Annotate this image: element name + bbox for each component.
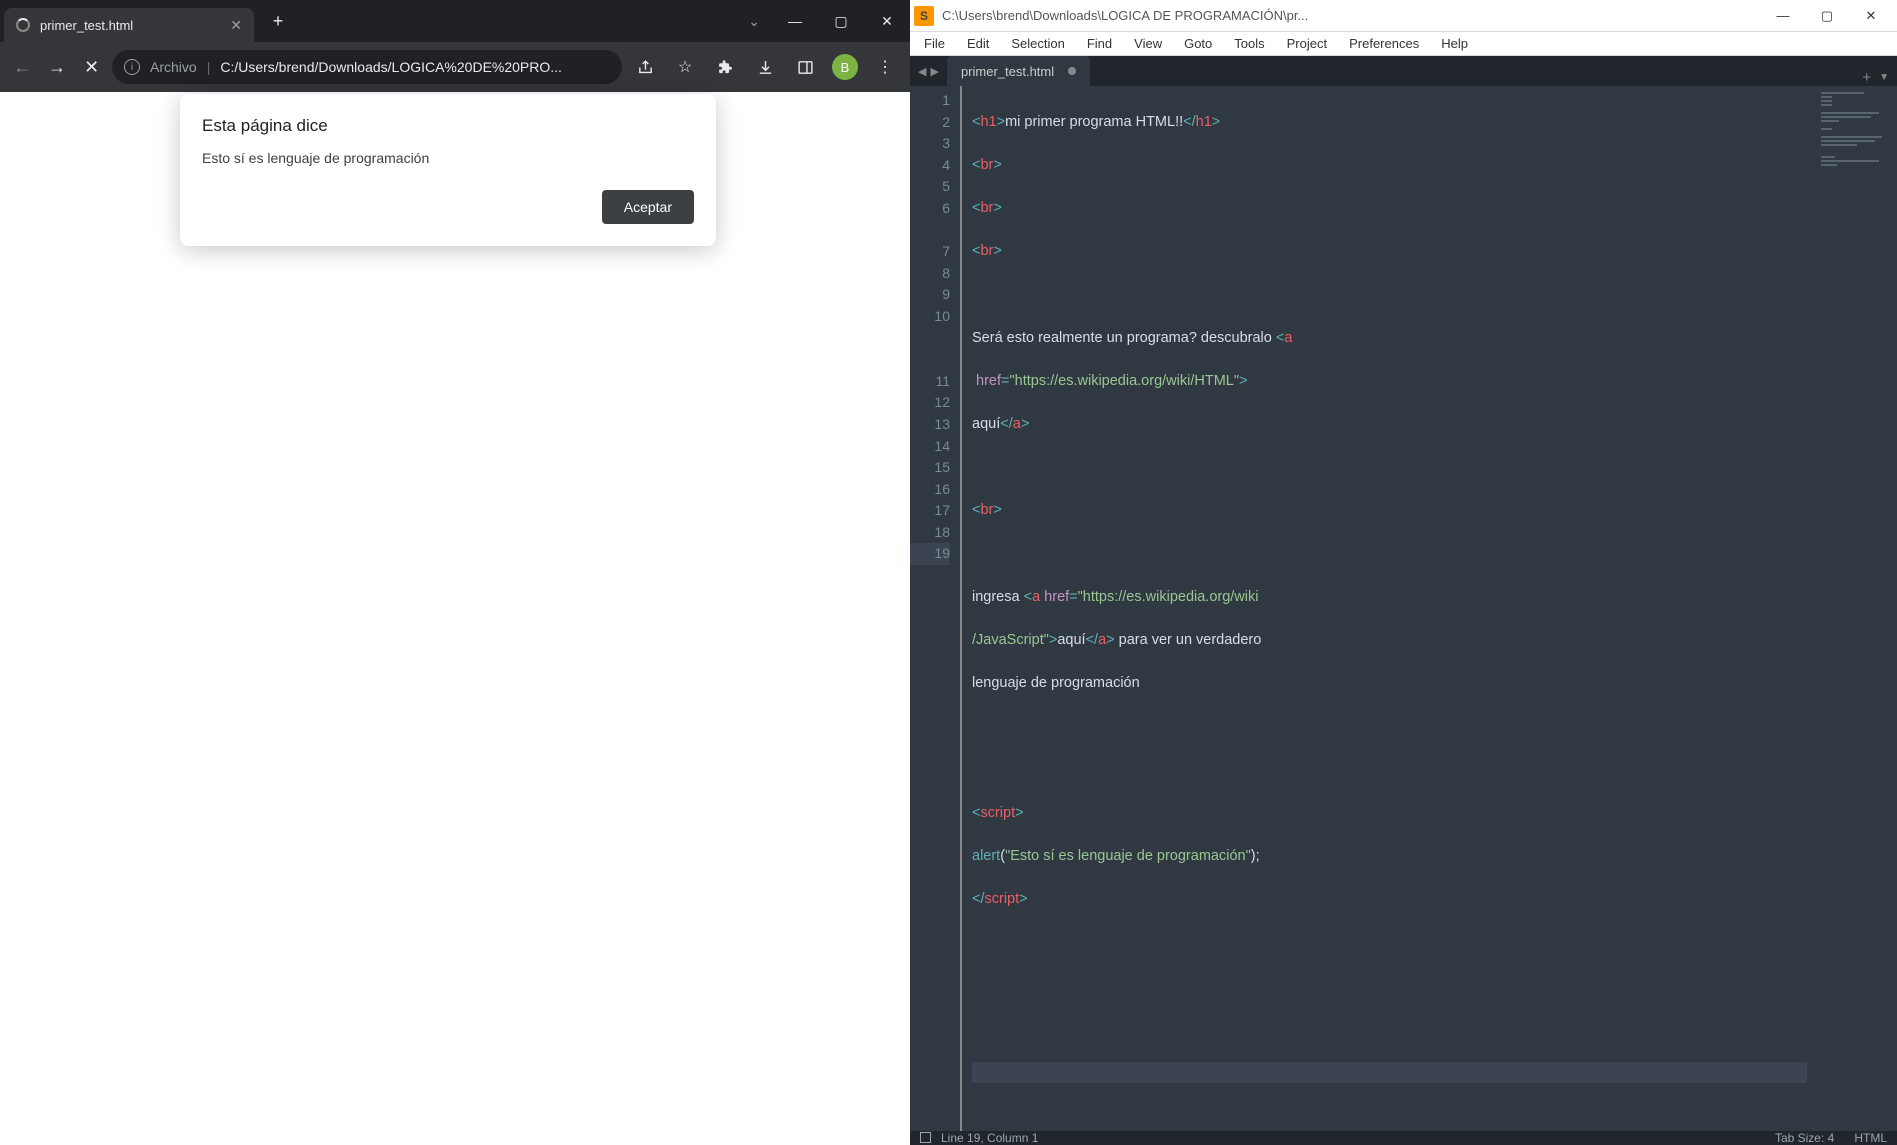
maximize-button[interactable]: ▢ xyxy=(818,0,864,42)
browser-window-controls: ⌄ ― ▢ ✕ xyxy=(736,0,910,42)
menu-find[interactable]: Find xyxy=(1077,32,1122,55)
accept-button[interactable]: Aceptar xyxy=(602,190,694,224)
sublime-tab-row: ◀ ▶ primer_test.html + ▼ xyxy=(910,56,1897,86)
browser-tab[interactable]: primer_test.html ✕ xyxy=(4,8,254,42)
sublime-tab-name: primer_test.html xyxy=(961,64,1054,79)
unsaved-indicator-icon xyxy=(1068,67,1076,75)
loading-spinner-icon xyxy=(16,18,30,32)
code-content[interactable]: <h1>mi primer programa HTML!!</h1> <br> … xyxy=(962,86,1817,1131)
status-bar: Line 19, Column 1 Tab Size: 4 HTML xyxy=(910,1131,1897,1145)
page-content: Esta página dice Esto sí es lenguaje de … xyxy=(0,92,910,1000)
sublime-window-title: C:\Users\brend\Downloads\LOGICA DE PROGR… xyxy=(942,8,1753,23)
sublime-logo-icon: S xyxy=(914,6,934,26)
sublime-maximize-button[interactable]: ▢ xyxy=(1805,0,1849,32)
status-cursor-position[interactable]: Line 19, Column 1 xyxy=(941,1131,1038,1145)
sublime-minimize-button[interactable]: ― xyxy=(1761,0,1805,32)
browser-window: primer_test.html ✕ + ⌄ ― ▢ ✕ ← → ✕ i Arc… xyxy=(0,0,910,1000)
profile-avatar[interactable]: B xyxy=(828,50,862,84)
sublime-titlebar: S C:\Users\brend\Downloads\LOGICA DE PRO… xyxy=(910,0,1897,32)
dialog-message: Esto sí es lenguaje de programación xyxy=(202,150,694,166)
new-file-icon[interactable]: + xyxy=(1862,69,1871,86)
editor-area[interactable]: 1 2 3 4 5 6 7 8 9 10 11 12 13 14 15 16 1… xyxy=(910,86,1897,1131)
tab-nav-right-icon[interactable]: ▶ xyxy=(930,65,938,78)
forward-button[interactable]: → xyxy=(43,51,72,83)
tab-search-icon[interactable]: ⌄ xyxy=(736,13,772,30)
menu-selection[interactable]: Selection xyxy=(1001,32,1074,55)
close-tab-icon[interactable]: ✕ xyxy=(230,17,242,34)
sublime-close-button[interactable]: ✕ xyxy=(1849,0,1893,32)
extensions-icon[interactable] xyxy=(708,50,742,84)
minimap[interactable] xyxy=(1817,86,1897,1131)
share-icon[interactable] xyxy=(628,50,662,84)
downloads-icon[interactable] xyxy=(748,50,782,84)
tab-nav-left-icon[interactable]: ◀ xyxy=(918,65,926,78)
sublime-window: S C:\Users\brend\Downloads\LOGICA DE PRO… xyxy=(910,0,1897,1000)
sublime-menubar: File Edit Selection Find View Goto Tools… xyxy=(910,32,1897,56)
address-path: C:/Users/brend/Downloads/LOGICA%20DE%20P… xyxy=(220,59,610,75)
back-button[interactable]: ← xyxy=(8,51,37,83)
menu-preferences[interactable]: Preferences xyxy=(1339,32,1429,55)
status-panel-icon[interactable] xyxy=(920,1132,931,1143)
side-panel-icon[interactable] xyxy=(788,50,822,84)
sublime-file-tab[interactable]: primer_test.html xyxy=(947,56,1090,86)
tab-title: primer_test.html xyxy=(40,18,220,33)
minimize-button[interactable]: ― xyxy=(772,0,818,42)
line-gutter: 1 2 3 4 5 6 7 8 9 10 11 12 13 14 15 16 1… xyxy=(910,86,962,1131)
address-protocol: Archivo xyxy=(150,59,197,75)
menu-view[interactable]: View xyxy=(1124,32,1172,55)
javascript-alert-dialog: Esta página dice Esto sí es lenguaje de … xyxy=(180,94,716,246)
close-window-button[interactable]: ✕ xyxy=(864,0,910,42)
browser-toolbar: ← → ✕ i Archivo | C:/Users/brend/Downloa… xyxy=(0,42,910,92)
address-bar[interactable]: i Archivo | C:/Users/brend/Downloads/LOG… xyxy=(112,50,622,84)
site-info-icon[interactable]: i xyxy=(124,59,140,75)
menu-edit[interactable]: Edit xyxy=(957,32,999,55)
menu-tools[interactable]: Tools xyxy=(1224,32,1274,55)
tab-dropdown-icon[interactable]: ▼ xyxy=(1879,72,1889,83)
status-syntax[interactable]: HTML xyxy=(1854,1131,1887,1145)
tab-strip: primer_test.html ✕ + ⌄ ― ▢ ✕ xyxy=(0,0,910,42)
menu-goto[interactable]: Goto xyxy=(1174,32,1222,55)
menu-project[interactable]: Project xyxy=(1277,32,1337,55)
dialog-title: Esta página dice xyxy=(202,116,694,136)
menu-help[interactable]: Help xyxy=(1431,32,1478,55)
menu-file[interactable]: File xyxy=(914,32,955,55)
bookmark-icon[interactable]: ☆ xyxy=(668,50,702,84)
menu-icon[interactable]: ⋮ xyxy=(868,50,902,84)
new-tab-button[interactable]: + xyxy=(264,7,292,35)
stop-reload-button[interactable]: ✕ xyxy=(77,51,106,83)
status-tab-size[interactable]: Tab Size: 4 xyxy=(1775,1131,1834,1145)
